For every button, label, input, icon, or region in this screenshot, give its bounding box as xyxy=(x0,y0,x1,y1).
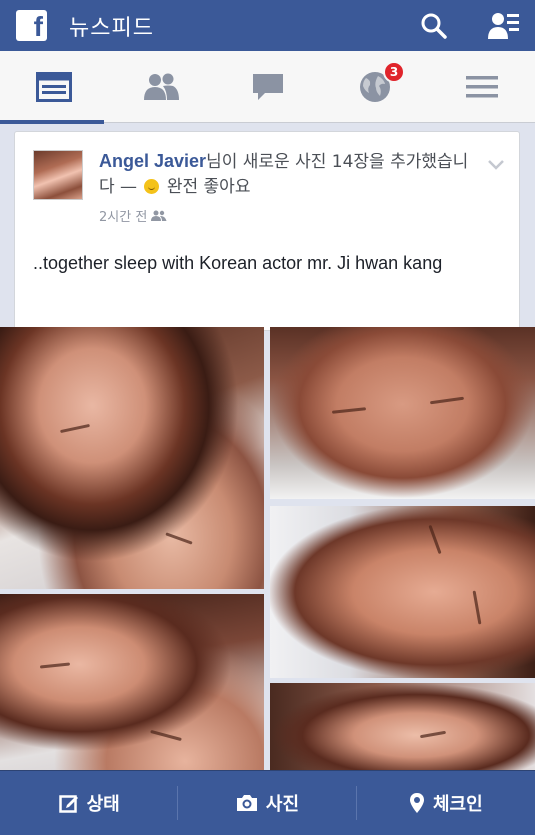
status-button[interactable]: 상태 xyxy=(0,771,179,835)
tab-more[interactable] xyxy=(428,51,535,123)
status-label: 상태 xyxy=(86,794,120,815)
tab-notifications[interactable]: 3 xyxy=(321,51,428,123)
location-pin-icon xyxy=(409,793,424,813)
tab-news-feed[interactable] xyxy=(0,51,107,124)
tab-messages[interactable] xyxy=(214,51,321,123)
smile-emoji-icon xyxy=(144,179,160,194)
photo-5[interactable] xyxy=(270,683,535,770)
post-headline: Angel Javier님이 새로운 사진 14장을 추가했습니다 — 완전 좋… xyxy=(99,149,479,200)
active-tab-indicator xyxy=(0,120,104,124)
notification-badge: 3 xyxy=(383,61,405,83)
photo-2[interactable] xyxy=(270,327,535,499)
checkin-button[interactable]: 체크인 xyxy=(357,771,535,835)
menu-icon xyxy=(465,76,498,98)
photo-label: 사진 xyxy=(265,794,300,815)
post-timestamp[interactable]: 2시간 전 xyxy=(99,206,147,225)
post-card: Angel Javier님이 새로운 사진 14장을 추가했습니다 — 완전 좋… xyxy=(14,131,520,331)
photo-4[interactable] xyxy=(0,594,264,770)
news-feed-icon xyxy=(35,72,72,102)
search-icon[interactable] xyxy=(421,13,447,39)
friends-audience-icon xyxy=(151,210,167,221)
post-feeling: 완전 좋아요 xyxy=(166,177,251,197)
bottom-action-bar: 상태 사진 체크인 xyxy=(0,770,535,835)
friend-requests-icon[interactable] xyxy=(487,11,521,41)
chat-icon xyxy=(252,74,283,100)
page-title: 뉴스피드 xyxy=(69,15,154,41)
edit-status-icon xyxy=(58,795,78,813)
checkin-label: 체크인 xyxy=(432,794,483,815)
chevron-down-icon[interactable] xyxy=(487,156,505,175)
photo-3[interactable] xyxy=(270,506,535,678)
author-name[interactable]: Angel Javier xyxy=(99,151,206,171)
friends-icon xyxy=(143,73,179,100)
post-text: ..together sleep with Korean actor mr. J… xyxy=(33,253,443,273)
facebook-logo[interactable]: f xyxy=(16,10,47,41)
photo-1[interactable] xyxy=(0,327,264,589)
post-meta: 2시간 전 xyxy=(99,206,167,225)
tab-bar: 3 xyxy=(0,51,535,124)
photo-button[interactable]: 사진 xyxy=(178,771,357,835)
camera-icon xyxy=(236,795,257,811)
top-header: f 뉴스피드 xyxy=(0,0,535,51)
avatar[interactable] xyxy=(33,150,83,200)
tab-friends[interactable] xyxy=(107,51,214,123)
